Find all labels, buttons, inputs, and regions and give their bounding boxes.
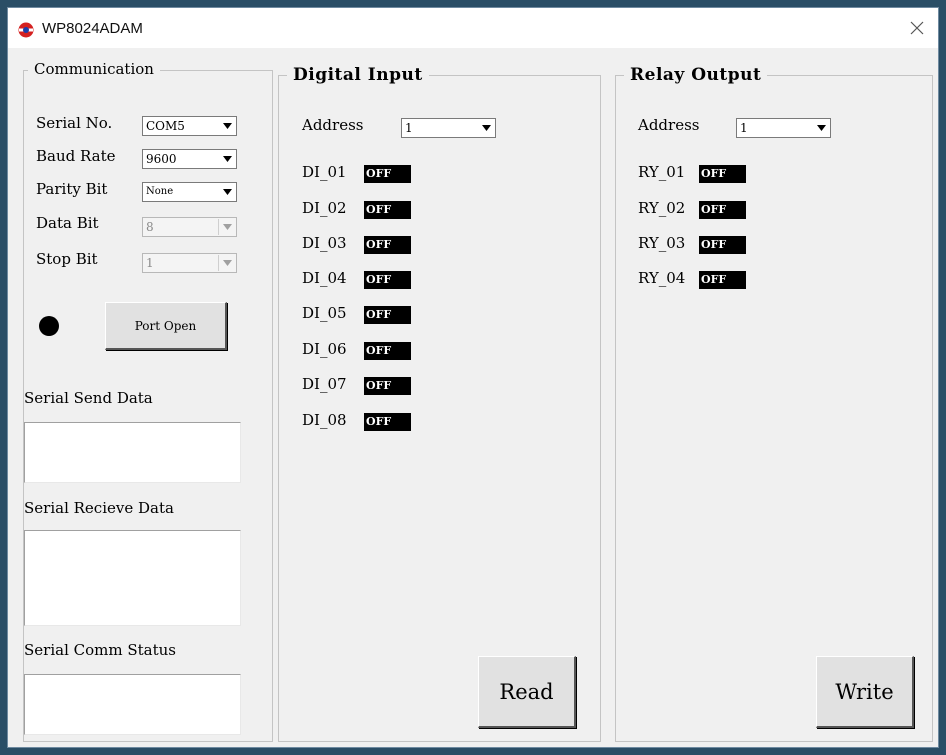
digital-input-group: Digital Input Address 1 DI_01 OFF DI_02 … bbox=[278, 65, 601, 742]
stop-bit-value: 1 bbox=[146, 256, 154, 270]
di-channel-label: DI_08 bbox=[302, 411, 347, 429]
title-bar[interactable]: WP8024ADAM bbox=[8, 8, 938, 48]
digital-input-legend: Digital Input bbox=[287, 65, 429, 85]
window-title: WP8024ADAM bbox=[42, 20, 143, 37]
serial-no-label: Serial No. bbox=[36, 114, 113, 132]
data-bit-label: Data Bit bbox=[36, 214, 99, 232]
di-state-indicator: OFF bbox=[364, 271, 411, 289]
close-icon bbox=[910, 21, 924, 35]
di-address-select[interactable]: 1 bbox=[401, 118, 496, 138]
serial-no-value: COM5 bbox=[146, 119, 185, 133]
write-button[interactable]: Write bbox=[816, 656, 914, 728]
parity-bit-label: Parity Bit bbox=[36, 180, 108, 198]
port-open-button[interactable]: Port Open bbox=[105, 302, 227, 350]
close-button[interactable] bbox=[896, 8, 938, 48]
di-channel-label: DI_01 bbox=[302, 163, 347, 181]
di-channel-label: DI_02 bbox=[302, 199, 347, 217]
relay-output-legend: Relay Output bbox=[624, 65, 768, 85]
parity-bit-select[interactable]: None bbox=[142, 182, 237, 202]
chevron-down-icon[interactable] bbox=[219, 151, 235, 167]
chevron-down-icon[interactable] bbox=[219, 118, 235, 134]
comm-status-field bbox=[24, 674, 241, 735]
chevron-down-icon[interactable] bbox=[813, 120, 829, 136]
di-state-indicator: OFF bbox=[364, 413, 411, 431]
ry-state-toggle[interactable]: OFF bbox=[699, 236, 746, 254]
di-channel-label: DI_05 bbox=[302, 304, 347, 322]
ry-channel-label: RY_02 bbox=[638, 199, 686, 217]
chevron-down-icon bbox=[218, 219, 235, 235]
port-status-indicator bbox=[39, 316, 59, 336]
di-channel-label: DI_03 bbox=[302, 234, 347, 252]
parity-bit-value: None bbox=[146, 186, 174, 197]
serial-no-select[interactable]: COM5 bbox=[142, 116, 237, 136]
di-state-indicator: OFF bbox=[364, 236, 411, 254]
communication-legend: Communication bbox=[28, 60, 160, 78]
baud-rate-label: Baud Rate bbox=[36, 147, 116, 165]
stop-bit-select: 1 bbox=[142, 253, 237, 273]
di-channel-label: DI_04 bbox=[302, 269, 347, 287]
ry-address-select[interactable]: 1 bbox=[736, 118, 831, 138]
receive-data-label: Serial Recieve Data bbox=[24, 499, 174, 517]
stop-bit-label: Stop Bit bbox=[36, 250, 98, 268]
di-address-value: 1 bbox=[405, 121, 413, 135]
communication-group: Communication Serial No. COM5 Baud Rate … bbox=[23, 60, 273, 742]
ry-state-toggle[interactable]: OFF bbox=[699, 271, 746, 289]
di-channel-label: DI_07 bbox=[302, 375, 347, 393]
chevron-down-icon[interactable] bbox=[219, 184, 235, 200]
di-state-indicator: OFF bbox=[364, 377, 411, 395]
send-data-label: Serial Send Data bbox=[24, 389, 153, 407]
baud-rate-value: 9600 bbox=[146, 152, 177, 166]
di-channel-label: DI_06 bbox=[302, 340, 347, 358]
di-state-indicator: OFF bbox=[364, 342, 411, 360]
data-bit-select: 8 bbox=[142, 217, 237, 237]
ry-state-toggle[interactable]: OFF bbox=[699, 201, 746, 219]
ry-channel-label: RY_04 bbox=[638, 269, 686, 287]
chevron-down-icon bbox=[218, 255, 235, 271]
ry-address-label: Address bbox=[638, 116, 700, 134]
ry-channel-label: RY_01 bbox=[638, 163, 686, 181]
di-state-indicator: OFF bbox=[364, 201, 411, 219]
di-state-indicator: OFF bbox=[364, 306, 411, 324]
baud-rate-select[interactable]: 9600 bbox=[142, 149, 237, 169]
data-bit-value: 8 bbox=[146, 220, 154, 234]
chevron-down-icon[interactable] bbox=[478, 120, 494, 136]
read-button[interactable]: Read bbox=[478, 656, 576, 728]
receive-data-field[interactable] bbox=[24, 530, 241, 626]
ry-channel-label: RY_03 bbox=[638, 234, 686, 252]
di-address-label: Address bbox=[302, 116, 364, 134]
comm-status-label: Serial Comm Status bbox=[24, 641, 176, 659]
ry-address-value: 1 bbox=[740, 121, 748, 135]
relay-output-group: Relay Output Address 1 RY_01 OFF RY_02 O… bbox=[615, 65, 933, 742]
ry-state-toggle[interactable]: OFF bbox=[699, 165, 746, 183]
app-window: WP8024ADAM Communication Serial No. COM5… bbox=[7, 7, 939, 748]
send-data-field[interactable] bbox=[24, 422, 241, 483]
app-logo-icon bbox=[18, 22, 34, 38]
di-state-indicator: OFF bbox=[364, 165, 411, 183]
